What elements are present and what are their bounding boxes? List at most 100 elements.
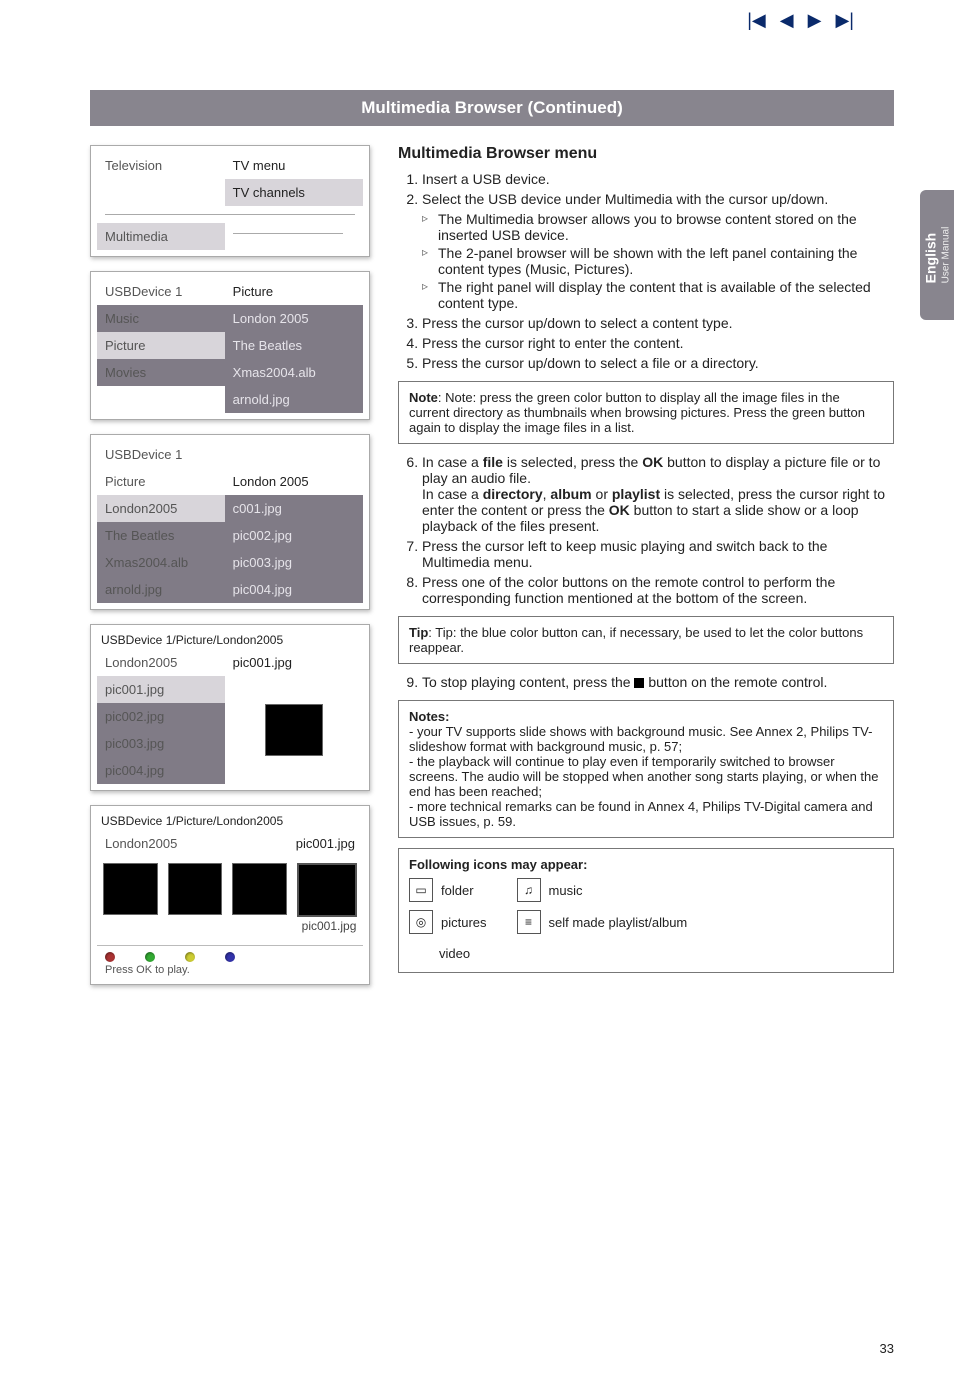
p5-hl: London2005 (97, 830, 225, 857)
thumb-caption: pic001.jpg (298, 919, 357, 933)
p4-title: USBDevice 1/Picture/London2005 (97, 631, 363, 649)
p4-l0: London2005 (97, 649, 225, 676)
p3-l0: USBDevice 1 (97, 441, 225, 468)
left-illustrations-column: Television TV menu TV channels Multimedi… (90, 145, 370, 985)
thumb-2 (168, 863, 223, 915)
p2-l0: USBDevice 1 (97, 278, 225, 305)
panel-usb-level2: USBDevice 1 PictureLondon 2005 London200… (90, 434, 370, 610)
nav-next-icon[interactable]: ▶ (808, 10, 822, 31)
p3-r2: c001.jpg (225, 495, 363, 522)
p4-preview-thumb (265, 704, 323, 756)
p3-r0 (225, 441, 363, 468)
press-ok-label: Press OK to play. (105, 964, 190, 976)
p2-l1: Music (97, 305, 225, 332)
section-title-bar: Multimedia Browser (Continued) (90, 90, 894, 126)
video-icon (409, 942, 431, 964)
panel-usb-level1: USBDevice 1Picture MusicLondon 2005 Pict… (90, 271, 370, 420)
p3-l1: Picture (97, 468, 225, 495)
folder-label: folder (441, 883, 474, 898)
step-2-sub-1: The Multimedia browser allows you to bro… (422, 211, 894, 243)
manual-label: User Manual (940, 227, 951, 284)
panel1-row0-left: Television (97, 152, 225, 179)
step-3: Press the cursor up/down to select a con… (422, 315, 894, 331)
nav-prev-icon[interactable]: ◀ (780, 10, 794, 31)
p5-title: USBDevice 1/Picture/London2005 (97, 812, 363, 830)
stop-square-icon (634, 678, 644, 688)
green-dot-icon (145, 952, 155, 962)
right-text-column: Multimedia Browser menu Insert a USB dev… (398, 145, 894, 985)
p2-r1: London 2005 (225, 305, 363, 332)
p2-r2: The Beatles (225, 332, 363, 359)
icons-box: Following icons may appear: ▭ folder ◎ pic… (398, 848, 894, 973)
p2-r4: arnold.jpg (225, 386, 363, 413)
thumb-3 (232, 863, 287, 915)
icons-title: Following icons may appear: (409, 857, 587, 872)
pdf-nav-strip: |◀ ◀ ▶ ▶| (747, 10, 854, 31)
pictures-label: pictures (441, 915, 487, 930)
language-tab: EnglishUser Manual (920, 190, 954, 320)
notes-box: Notes: - your TV supports slide shows wi… (398, 700, 894, 838)
p3-l2: London2005 (97, 495, 225, 522)
yellow-dot-icon (185, 952, 195, 962)
notes-item-2: - the playback will continue to play eve… (409, 754, 883, 799)
p3-r5: pic004.jpg (225, 576, 363, 603)
p4-l3: pic003.jpg (97, 730, 225, 757)
step-1: Insert a USB device. (422, 171, 894, 187)
p4-l4: pic004.jpg (97, 757, 225, 784)
panel1-row0-right1: TV menu (225, 152, 363, 179)
panel-thumbnail-view: USBDevice 1/Picture/London2005 London200… (90, 805, 370, 985)
step-9: To stop playing content, press the butto… (422, 674, 894, 690)
playlist-icon: ≡ (517, 910, 541, 934)
blue-dot-icon (225, 952, 235, 962)
section-heading: Multimedia Browser menu (398, 145, 894, 163)
thumb-1 (103, 863, 158, 915)
step-8: Press one of the color buttons on the re… (422, 574, 894, 606)
music-label: music (549, 883, 583, 898)
nav-last-icon[interactable]: ▶| (835, 10, 854, 31)
tip-text: Tip: the blue color button can, if neces… (409, 625, 863, 655)
p3-r1: London 2005 (225, 468, 363, 495)
page: |◀ ◀ ▶ ▶| Multimedia Browser (Continued)… (0, 0, 954, 1378)
p2-r0: Picture (225, 278, 363, 305)
pictures-icon: ◎ (409, 910, 433, 934)
note-box: Note: Note: press the green color button… (398, 381, 894, 444)
tip-box: Tip: Tip: the blue color button can, if … (398, 616, 894, 664)
note-text: Note: Note: press the green color button… (409, 390, 865, 435)
p4-l2: pic002.jpg (97, 703, 225, 730)
panel-usb-level3: USBDevice 1/Picture/London2005 London200… (90, 624, 370, 791)
p3-l4: Xmas2004.alb (97, 549, 225, 576)
language-name: English (922, 233, 938, 284)
step-2: Select the USB device under Multimedia w… (422, 191, 894, 311)
page-number: 33 (880, 1341, 894, 1356)
step-2-sub-3: The right panel will display the content… (422, 279, 894, 311)
step-5: Press the cursor up/down to select a fil… (422, 355, 894, 371)
nav-first-icon[interactable]: |◀ (747, 10, 766, 31)
notes-item-1: - your TV supports slide shows with back… (409, 724, 883, 754)
p4-r0: pic001.jpg (225, 649, 363, 676)
step-4: Press the cursor right to enter the cont… (422, 335, 894, 351)
notes-item-3: - more technical remarks can be found in… (409, 799, 883, 829)
step-6: In case a file is selected, press the OK… (422, 454, 894, 534)
panel-tv-multimedia: Television TV menu TV channels Multimedi… (90, 145, 370, 257)
p2-l3: Movies (97, 359, 225, 386)
panel1-row0-right2: TV channels (225, 179, 363, 206)
thumb-selected (297, 863, 357, 917)
music-icon: ♫ (517, 878, 541, 902)
color-button-row: Press OK to play. (97, 945, 363, 978)
red-dot-icon (105, 952, 115, 962)
p5-hr: pic001.jpg (225, 830, 363, 857)
panel1-row1-left: Multimedia (97, 223, 225, 250)
p2-r3: Xmas2004.alb (225, 359, 363, 386)
p2-l2: Picture (97, 332, 225, 359)
p3-l3: The Beatles (97, 522, 225, 549)
playlist-label: self made playlist/album (549, 915, 688, 930)
p3-r3: pic002.jpg (225, 522, 363, 549)
video-label: video (439, 946, 470, 961)
p3-l5: arnold.jpg (97, 576, 225, 603)
step-7: Press the cursor left to keep music play… (422, 538, 894, 570)
p3-r4: pic003.jpg (225, 549, 363, 576)
p4-l1: pic001.jpg (97, 676, 225, 703)
folder-icon: ▭ (409, 878, 433, 902)
step-2-sub-2: The 2-panel browser will be shown with t… (422, 245, 894, 277)
notes-title: Notes: (409, 709, 449, 724)
